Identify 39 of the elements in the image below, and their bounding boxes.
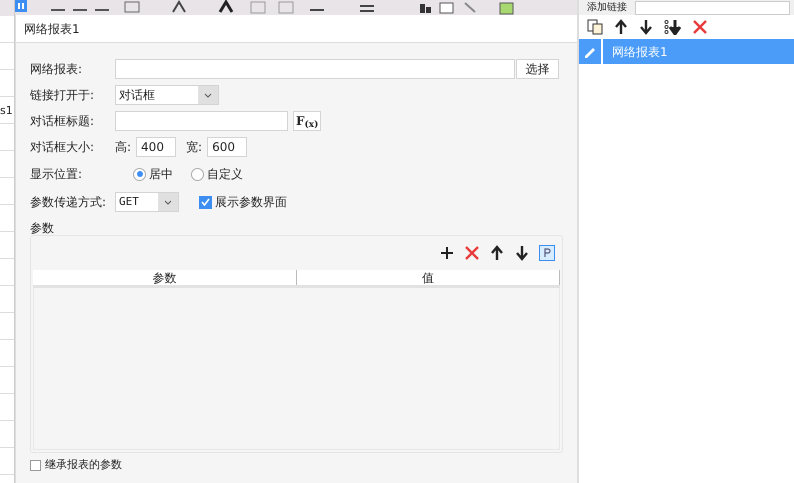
field-label: 显示位置: bbox=[30, 166, 84, 183]
height-field[interactable]: 400 bbox=[136, 137, 176, 157]
delete-icon[interactable] bbox=[693, 20, 707, 34]
caret-icon bbox=[164, 200, 172, 204]
dropdown[interactable]: 对话框 bbox=[115, 85, 219, 105]
cell-text: s1 bbox=[0, 103, 14, 119]
column-header[interactable]: 参数 bbox=[33, 270, 296, 285]
parameter-icon[interactable] bbox=[539, 245, 555, 261]
add-icon[interactable] bbox=[439, 245, 455, 261]
field-label: 参数传递方式: bbox=[30, 194, 108, 211]
field-label: 高: bbox=[115, 139, 132, 156]
report-field[interactable] bbox=[115, 59, 515, 79]
copy-icon[interactable] bbox=[587, 19, 603, 35]
radio-option[interactable]: 居中 bbox=[133, 165, 173, 183]
caret-icon bbox=[204, 92, 212, 98]
dropdown[interactable]: GET bbox=[115, 192, 179, 212]
field-label: 对话框标题: bbox=[30, 113, 96, 130]
delete-icon[interactable] bbox=[464, 245, 480, 261]
column-header[interactable]: 值 bbox=[296, 270, 560, 285]
radio-option[interactable]: 自定义 bbox=[191, 165, 243, 183]
field-label: 网络报表: bbox=[30, 61, 84, 78]
field-label: 宽: bbox=[186, 139, 202, 156]
select-button[interactable]: 选择 bbox=[516, 59, 559, 79]
checkbox-option[interactable]: 继承报表的参数 bbox=[30, 458, 563, 472]
check-icon bbox=[201, 198, 210, 206]
group-title: 参数 bbox=[30, 221, 55, 235]
move-bottom-icon[interactable] bbox=[664, 19, 682, 35]
dialog-title: 网络报表1 bbox=[24, 20, 80, 38]
width-field[interactable]: 600 bbox=[207, 137, 248, 157]
formula-button[interactable]: F$_{(x)}$ bbox=[293, 111, 322, 131]
panel-field[interactable] bbox=[635, 0, 790, 14]
title-field[interactable] bbox=[115, 111, 288, 131]
field-label: 对话框大小: bbox=[30, 139, 96, 156]
arrow-up-icon[interactable] bbox=[614, 19, 628, 35]
arrow-down-icon[interactable] bbox=[514, 245, 530, 261]
arrow-up-icon[interactable] bbox=[489, 245, 505, 261]
field-label: 链接打开于: bbox=[30, 87, 96, 104]
arrow-down-icon[interactable] bbox=[639, 19, 653, 35]
checkbox-option[interactable]: 展示参数界面 bbox=[199, 193, 287, 211]
